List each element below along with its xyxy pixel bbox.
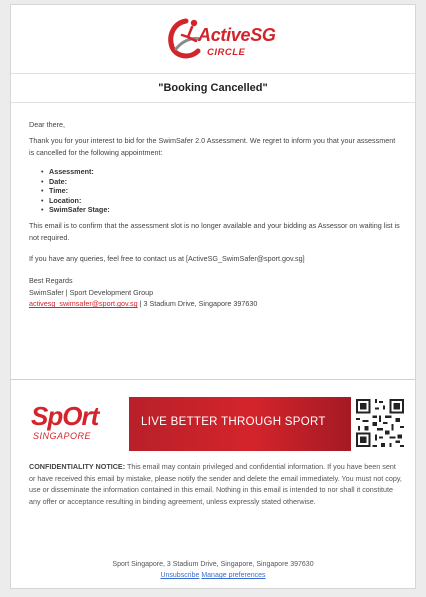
banner-tagline: LIVE BETTER THROUGH SPORT [141, 416, 326, 428]
sport-singapore-banner: SpOrt SINGAPORE LIVE BETTER THROUGH SPOR… [21, 397, 407, 451]
appointment-details: Assessment: Date: Time: Location: SwimSa… [41, 167, 110, 215]
contact-email-link[interactable]: activesg_swimsafer@sport.gov.sg [29, 299, 138, 308]
brand-name: ActiveSG [198, 25, 276, 45]
signature: Best Regards SwimSafer | Sport Developme… [29, 275, 257, 310]
header-logo: ActiveSG CIRCLE [11, 11, 415, 73]
greeting: Dear there, [29, 120, 65, 129]
email-footer: Sport Singapore, 3 Stadium Drive, Singap… [11, 559, 415, 581]
signature-regards: Best Regards [29, 276, 73, 285]
unsubscribe-link[interactable]: Unsubscribe [160, 572, 199, 579]
detail-time: Time: [41, 186, 110, 196]
brand-sub: CIRCLE [207, 47, 246, 58]
signature-contact: activesg_swimsafer@sport.gov.sg | 3 Stad… [29, 298, 257, 310]
footer-links: Unsubscribe Manage preferences [11, 570, 415, 581]
notice-heading: CONFIDENTIALITY NOTICE: [29, 462, 126, 471]
sport-singapore-logo: SpOrt SINGAPORE [21, 397, 129, 451]
email-body: ActiveSG CIRCLE "Booking Cancelled" Dear… [10, 4, 416, 589]
detail-location: Location: [41, 196, 110, 206]
detail-assessment: Assessment: [41, 167, 110, 177]
confidentiality-notice: CONFIDENTIALITY NOTICE: This email may c… [29, 461, 403, 507]
confirm-text: This email is to confirm that the assess… [29, 221, 400, 242]
section-divider [11, 379, 415, 380]
signature-org: SwimSafer | Sport Development Group [29, 287, 154, 297]
page-title: "Booking Cancelled" [158, 82, 268, 94]
signature-address: | 3 Stadium Drive, Singapore 397630 [137, 299, 258, 308]
sport-logo-sub: SINGAPORE [33, 431, 92, 441]
footer-address: Sport Singapore, 3 Stadium Drive, Singap… [112, 561, 314, 568]
banner-tagline-band: LIVE BETTER THROUGH SPORT [129, 397, 351, 451]
intro-text: Thank you for your interest to bid for t… [29, 136, 396, 157]
detail-stage: SwimSafer Stage: [41, 205, 110, 215]
detail-date: Date: [41, 177, 110, 187]
qr-code-icon [354, 397, 406, 449]
sport-logo-word: SpOrt [31, 401, 99, 431]
manage-preferences-link[interactable]: Manage preferences [201, 572, 265, 579]
query-text: If you have any queries, feel free to co… [29, 254, 305, 263]
title-bar: "Booking Cancelled" [11, 73, 415, 103]
